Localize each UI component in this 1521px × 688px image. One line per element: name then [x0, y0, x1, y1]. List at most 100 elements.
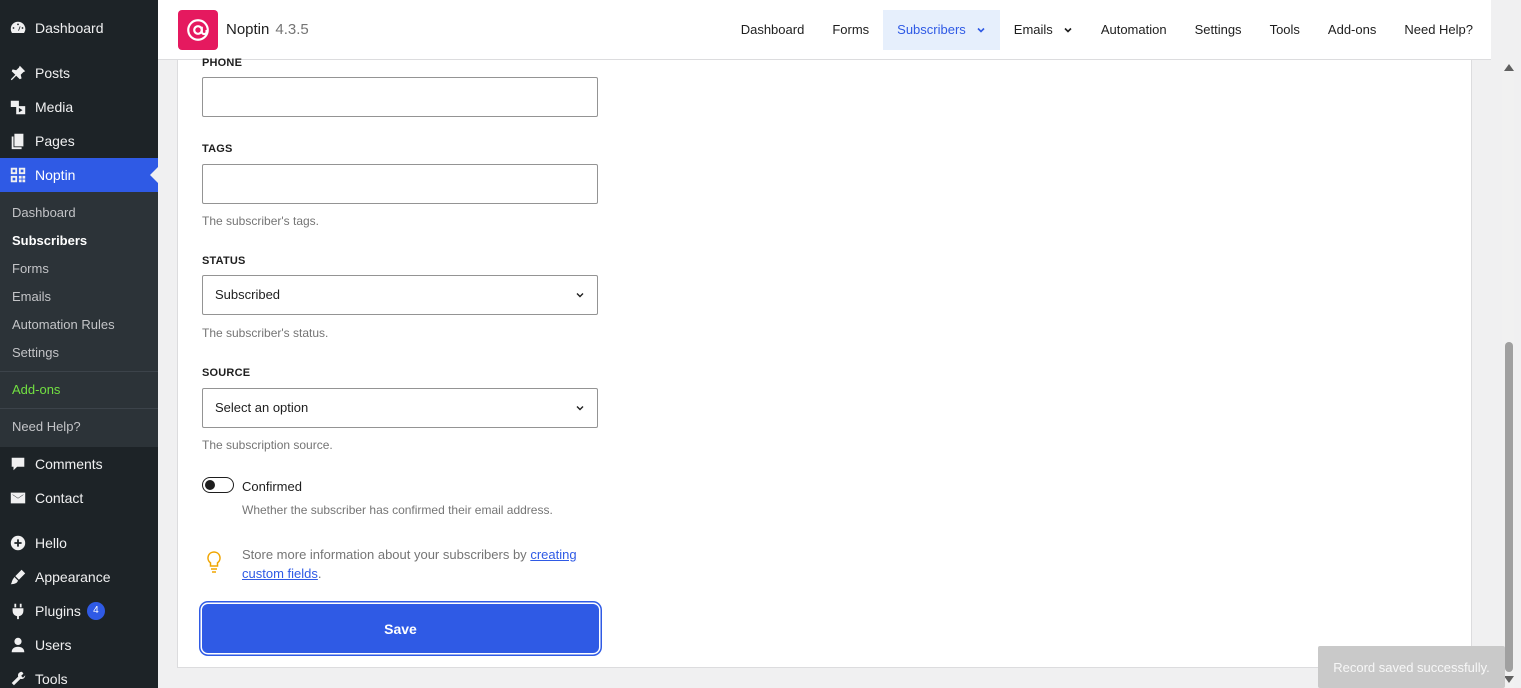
- source-select[interactable]: Select an option: [202, 388, 598, 428]
- source-label: SOURCE: [202, 367, 251, 379]
- noptin-logo[interactable]: [178, 10, 218, 50]
- noptin-topbar: Noptin 4.3.5 Dashboard Forms Subscribers …: [158, 0, 1491, 60]
- menu-label: Posts: [35, 65, 71, 81]
- dashboard-icon: [8, 18, 28, 38]
- menu-label: Plugins: [35, 603, 81, 619]
- menu-hello[interactable]: Hello: [0, 526, 158, 560]
- brand-title: Noptin 4.3.5: [226, 21, 309, 38]
- toggle-knob: [205, 480, 215, 490]
- source-value: Select an option: [215, 400, 309, 415]
- status-value: Subscribed: [215, 287, 281, 302]
- confirmed-help: Whether the subscriber has confirmed the…: [242, 503, 553, 517]
- save-button[interactable]: Save: [202, 604, 599, 653]
- grid-icon: [8, 165, 28, 185]
- submenu-emails[interactable]: Emails: [0, 283, 158, 311]
- menu-label: Contact: [35, 490, 84, 506]
- media-icon: [8, 97, 28, 117]
- comment-icon: [8, 454, 28, 474]
- nav-emails[interactable]: Emails: [1000, 10, 1087, 50]
- menu-comments[interactable]: Comments: [0, 447, 158, 481]
- nav-dashboard[interactable]: Dashboard: [727, 10, 819, 50]
- nav-label: Automation: [1100, 22, 1167, 37]
- confirmed-toggle[interactable]: [202, 477, 234, 493]
- menu-tools[interactable]: Tools: [0, 662, 158, 688]
- nav-label: Tools: [1269, 22, 1300, 37]
- nav-label: Dashboard: [740, 22, 805, 37]
- menu-contact[interactable]: Contact: [0, 481, 158, 515]
- plugins-update-badge: 4: [86, 602, 105, 620]
- brand-version: 4.3.5: [275, 21, 309, 38]
- submenu-divider: [0, 371, 158, 372]
- user-icon: [8, 635, 28, 655]
- submenu-settings[interactable]: Settings: [0, 339, 158, 367]
- nav-label: Forms: [832, 22, 870, 37]
- chevron-down-icon: [576, 293, 584, 298]
- menu-appearance[interactable]: Appearance: [0, 560, 158, 594]
- menu-media[interactable]: Media: [0, 90, 158, 124]
- nav-label: Add-ons: [1327, 22, 1377, 37]
- subscriber-form-card: PHONE TAGS The subscriber's tags. STATUS…: [177, 57, 1472, 668]
- nav-label: Need Help?: [1404, 22, 1473, 37]
- tags-help: The subscriber's tags.: [202, 214, 320, 228]
- tags-input[interactable]: [202, 164, 598, 204]
- success-toast: Record saved successfully.: [1318, 646, 1505, 688]
- nav-label: Settings: [1194, 22, 1242, 37]
- nav-label: Subscribers: [897, 22, 966, 37]
- scroll-up-arrow-icon[interactable]: [1504, 64, 1514, 71]
- submenu-add-ons[interactable]: Add-ons: [0, 376, 158, 404]
- noptin-submenu: Dashboard Subscribers Forms Emails Autom…: [0, 192, 158, 447]
- menu-label: Noptin: [35, 167, 76, 183]
- nav-need-help[interactable]: Need Help?: [1390, 10, 1491, 50]
- nav-tools[interactable]: Tools: [1256, 10, 1314, 50]
- submenu-divider: [0, 408, 158, 409]
- submenu-forms[interactable]: Forms: [0, 255, 158, 283]
- at-sign-icon: [187, 19, 209, 41]
- submenu-dashboard[interactable]: Dashboard: [0, 199, 158, 227]
- nav-forms[interactable]: Forms: [818, 10, 883, 50]
- status-help: The subscriber's status.: [202, 326, 329, 340]
- tip-end: .: [317, 566, 322, 581]
- submenu-automation-rules[interactable]: Automation Rules: [0, 311, 158, 339]
- admin-sidebar: Dashboard Posts Media Pages Noptin Dashb…: [0, 0, 158, 688]
- phone-label: PHONE: [202, 57, 243, 69]
- menu-dashboard[interactable]: Dashboard: [0, 11, 158, 45]
- nav-settings[interactable]: Settings: [1181, 10, 1256, 50]
- custom-fields-tip: Store more information about your subscr…: [242, 545, 602, 583]
- status-label: STATUS: [202, 255, 246, 267]
- scroll-down-arrow-icon[interactable]: [1504, 676, 1514, 683]
- confirmed-label: Confirmed: [242, 479, 302, 494]
- menu-pages[interactable]: Pages: [0, 124, 158, 158]
- lightbulb-icon: [207, 551, 221, 573]
- nav-automation[interactable]: Automation: [1087, 10, 1181, 50]
- chevron-down-icon: [977, 27, 985, 33]
- nav-subscribers[interactable]: Subscribers: [883, 10, 1000, 50]
- plus-circle-icon: [8, 533, 28, 553]
- tip-text: Store more information about your subscr…: [242, 547, 531, 562]
- phone-input[interactable]: [202, 77, 598, 117]
- chevron-down-icon: [1064, 27, 1072, 33]
- menu-posts[interactable]: Posts: [0, 56, 158, 90]
- menu-label: Dashboard: [35, 20, 104, 36]
- menu-users[interactable]: Users: [0, 628, 158, 662]
- status-select[interactable]: Subscribed: [202, 275, 598, 315]
- menu-label: Users: [35, 637, 72, 653]
- nav-label: Emails: [1013, 22, 1053, 37]
- menu-label: Comments: [35, 456, 103, 472]
- page-scrollbar[interactable]: [1491, 60, 1521, 688]
- scrollbar-thumb[interactable]: [1505, 342, 1513, 672]
- mail-icon: [8, 488, 28, 508]
- nav-add-ons[interactable]: Add-ons: [1314, 10, 1390, 50]
- menu-label: Hello: [35, 535, 67, 551]
- top-nav: Dashboard Forms Subscribers Emails Autom…: [727, 10, 1491, 50]
- menu-label: Tools: [35, 671, 68, 687]
- menu-label: Appearance: [35, 569, 111, 585]
- menu-plugins[interactable]: Plugins 4: [0, 594, 158, 628]
- menu-noptin[interactable]: Noptin: [0, 158, 158, 192]
- brush-icon: [8, 567, 28, 587]
- menu-label: Media: [35, 99, 74, 115]
- tags-label: TAGS: [202, 143, 233, 155]
- pin-icon: [8, 63, 28, 83]
- chevron-down-icon: [576, 406, 584, 411]
- submenu-subscribers[interactable]: Subscribers: [0, 227, 158, 255]
- submenu-need-help[interactable]: Need Help?: [0, 413, 158, 441]
